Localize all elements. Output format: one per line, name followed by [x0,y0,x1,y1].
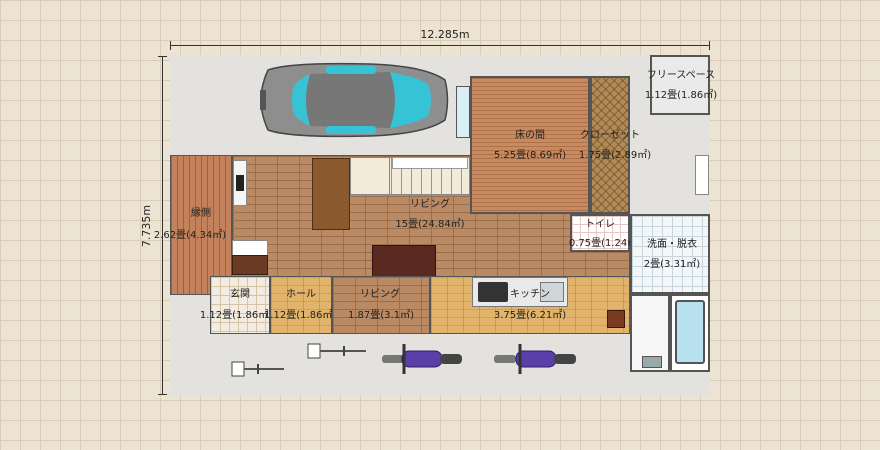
width-dimension-tick-right [709,41,710,50]
room-washroom-area: 2畳(3.31㎡) [643,259,701,270]
room-hall[interactable] [270,276,332,334]
sofa [312,158,350,230]
tv-icon [236,175,244,191]
storage-shelf-lower [232,255,268,275]
room-hall-name: ホール [286,289,316,300]
height-dimension-line [162,56,163,394]
bicycle-icon [307,343,366,359]
motorcycle-icon [494,344,576,374]
width-dimension-label: 12.285m [420,28,470,41]
room-living-main-area: 15畳(24.84㎡) [395,219,465,230]
room-closet-area: 1.75畳(2.89㎡) [578,150,652,161]
height-dimension-tick-top [158,56,167,57]
height-dimension-label: 7.735m [140,204,153,248]
room-free-space[interactable] [650,55,710,115]
sink-icon [642,356,662,368]
trash-bin [607,310,625,328]
room-tokonoma-area: 5.25畳(8.69㎡) [493,150,567,161]
room-tokonoma[interactable] [470,76,590,214]
room-kitchen-area: 3.75畳(6.21㎡) [493,310,567,321]
room-living-small-name: リビング [360,289,400,300]
room-living-small[interactable] [332,276,430,334]
room-genkan[interactable] [210,276,270,334]
room-kitchen-name: キッチン [510,289,550,300]
motorcycle-icon [382,344,462,374]
room-hall-area: 1.12畳(1.86㎡) [264,310,337,321]
room-tokonoma-name: 床の間 [515,130,545,141]
room-closet-name: クローゼット [580,130,640,141]
room-closet[interactable] [590,76,630,214]
car-icon [260,62,449,138]
room-free-space-name: フリースペース [646,70,716,81]
room-living-main-name: リビング [410,199,450,210]
bay-window [456,86,470,138]
room-washroom[interactable] [630,214,710,294]
room-toilet-name: トイレ [585,219,615,230]
room-engawa[interactable] [170,155,232,295]
outdoor-unit [695,155,709,195]
room-engawa-area: 2.62畳(4.34㎡) [153,230,227,241]
bathtub-icon [675,300,705,364]
room-free-space-area: 1.12畳(1.86㎡) [644,90,718,101]
width-dimension-line [170,45,710,46]
bicycle-icon [231,361,284,377]
width-dimension-tick-left [170,41,171,50]
height-dimension-tick-bottom [158,394,167,395]
room-washroom-name: 洗面・脱衣 [647,239,697,250]
room-genkan-name: 玄関 [230,289,250,300]
sideboard [392,157,468,169]
room-engawa-name: 縁側 [191,208,211,219]
stair-landing [350,157,390,195]
room-living-small-area: 1.87畳(3.1㎡) [348,310,414,321]
